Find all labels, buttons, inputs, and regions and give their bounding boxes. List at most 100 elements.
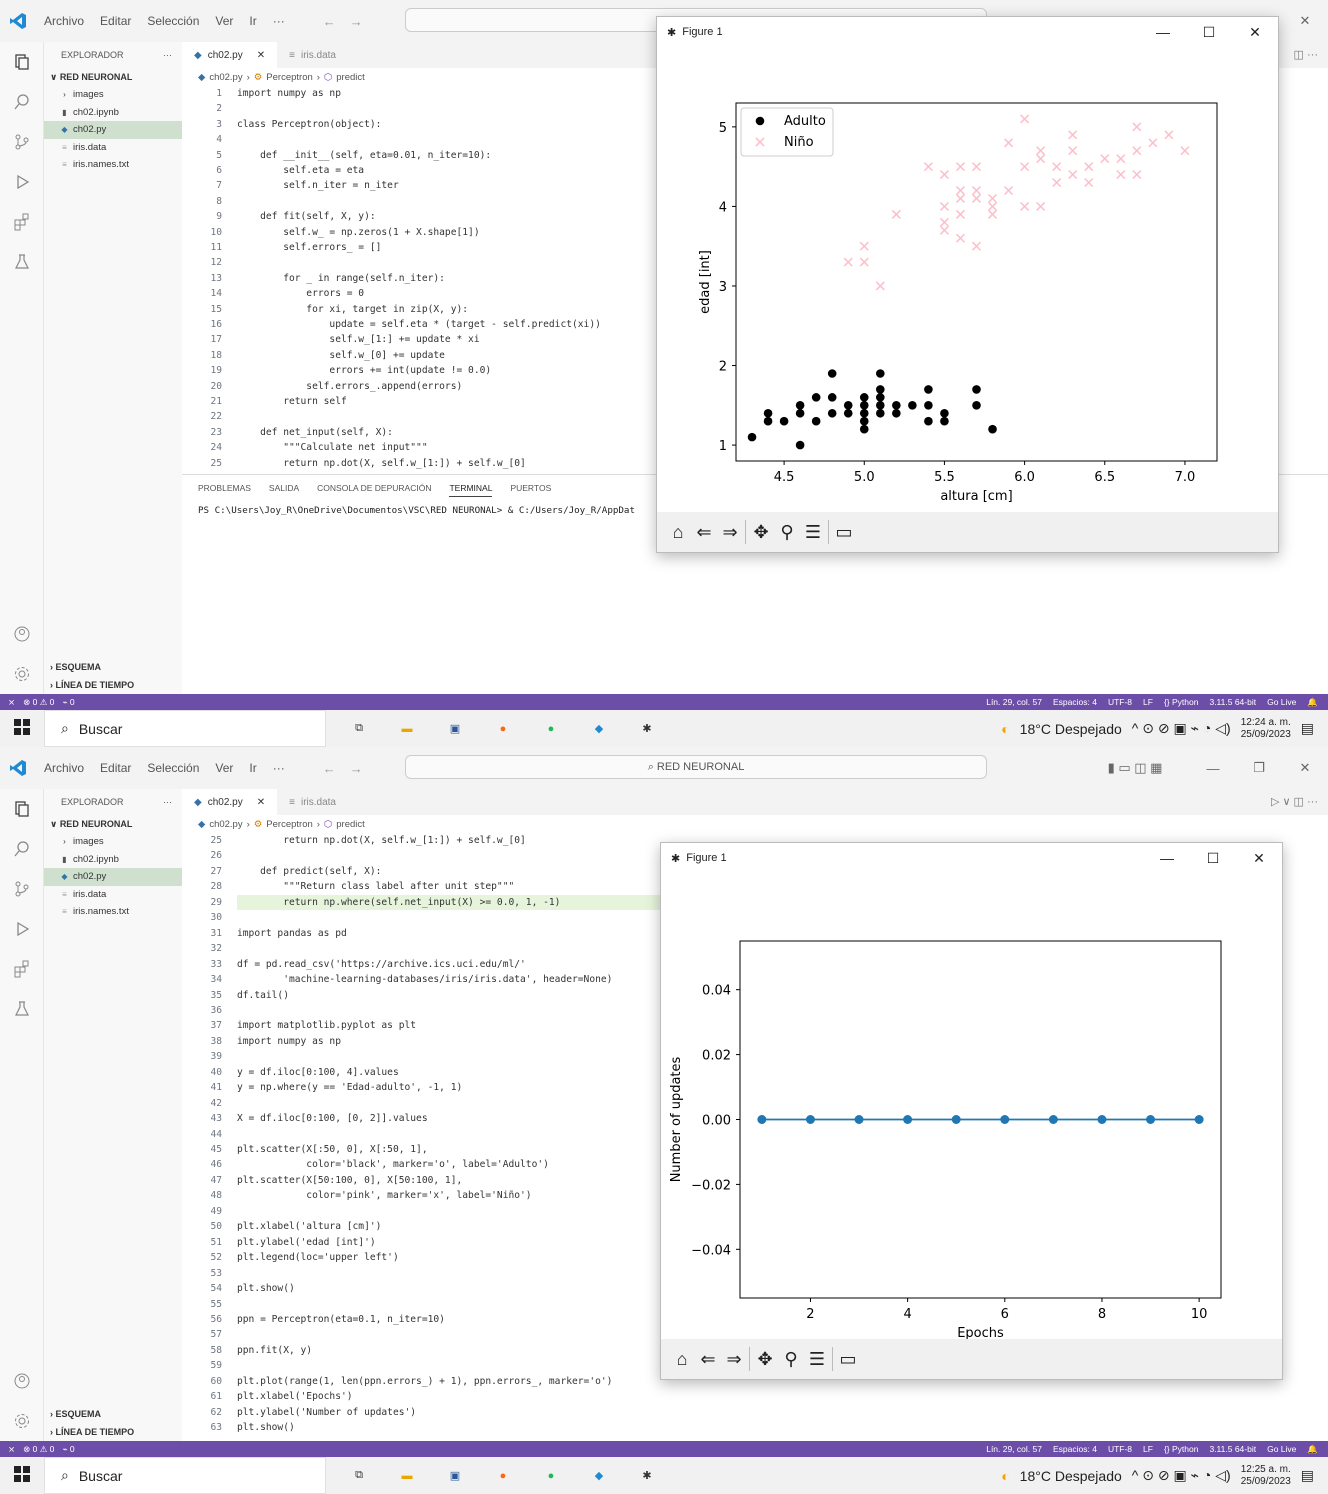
tab-ch02-py[interactable]: ◆ ch02.py ✕	[182, 789, 278, 815]
remote-icon[interactable]: ⨯	[8, 1444, 15, 1455]
file-explorer-icon[interactable]: ▬	[386, 1457, 428, 1494]
code-line[interactable]: plt.xlabel('Epochs')	[237, 1389, 353, 1404]
panel-tab-problems[interactable]: PROBLEMAS	[198, 483, 251, 497]
menu-more[interactable]: ···	[265, 747, 293, 789]
file-explorer-icon[interactable]: ▬	[386, 710, 428, 747]
forward-arrow-icon[interactable]: →	[350, 14, 363, 29]
code-line[interactable]: errors += int(update != 0.0)	[237, 363, 491, 378]
code-line[interactable]: def predict(self, X):	[237, 864, 381, 879]
menu-editar[interactable]: Editar	[92, 747, 139, 789]
code-line[interactable]: """Calculate net input"""	[237, 440, 427, 455]
breadcrumb-class[interactable]: Perceptron	[266, 72, 312, 83]
vscode-taskbar-icon[interactable]: ◆	[578, 710, 620, 747]
code-line[interactable]: return np.dot(X, self.w_[1:]) + self.w_[…	[237, 456, 526, 471]
extensions-icon[interactable]	[0, 202, 44, 242]
code-line[interactable]: return np.where(self.net_input(X) >= 0.0…	[237, 894, 707, 911]
close-tab-icon[interactable]: ✕	[257, 50, 265, 61]
layout-icons[interactable]: ▮ ▭ ◫ ▦	[1080, 760, 1190, 776]
status-go-live[interactable]: Go Live	[1267, 1444, 1296, 1455]
code-line[interactable]: self.w_ = np.zeros(1 + X.shape[1])	[237, 225, 479, 240]
spotify-icon[interactable]: ●	[530, 710, 572, 747]
menu-editar[interactable]: Editar	[92, 0, 139, 42]
tree-item-notebook[interactable]: ▮ ch02.ipynb	[44, 851, 182, 869]
tree-item-notebook[interactable]: ▮ ch02.ipynb	[44, 104, 182, 122]
close-tab-icon[interactable]: ✕	[257, 797, 265, 808]
status-encoding[interactable]: UTF-8	[1108, 1444, 1132, 1455]
code-line[interactable]: ppn = Perceptron(eta=0.1, n_iter=10)	[237, 1312, 445, 1327]
vscode-taskbar-icon[interactable]: ◆	[578, 1457, 620, 1494]
figure-window-epochs[interactable]: ✱ Figure 1 — ☐ ✕ 2 4 6 8 10 −0.04 −0.02 0.00 0.02 0.…	[660, 842, 1283, 1380]
problems-count[interactable]: ⊗ 0 ⚠ 0	[23, 697, 54, 708]
gear-icon[interactable]	[0, 654, 44, 694]
code-line[interactable]: def net_input(self, X):	[237, 425, 393, 440]
code-line[interactable]: X = df.iloc[0:100, [0, 2]].values	[237, 1111, 428, 1126]
code-line[interactable]: df = pd.read_csv('https://archive.ics.uc…	[237, 957, 526, 972]
back-icon[interactable]: ⇐	[697, 1349, 719, 1370]
code-line[interactable]: plt.scatter(X[50:100, 0], X[50:100, 1],	[237, 1173, 462, 1188]
pan-icon[interactable]: ✥	[754, 1349, 776, 1370]
word-icon[interactable]: ▣	[434, 1457, 476, 1494]
menu-more[interactable]: ···	[265, 0, 293, 42]
tree-item-iris-data[interactable]: ≡ iris.data	[44, 139, 182, 157]
menu-ir[interactable]: Ir	[241, 747, 264, 789]
zoom-icon[interactable]: ⚲	[776, 522, 798, 543]
panel-tab-debug-console[interactable]: CONSOLA DE DEPURACIÓN	[317, 483, 431, 497]
word-icon[interactable]: ▣	[434, 710, 476, 747]
panel-tab-terminal[interactable]: TERMINAL	[449, 483, 493, 497]
problems-count[interactable]: ⊗ 0 ⚠ 0	[23, 1444, 54, 1455]
tray-icons[interactable]: ^ ⊙ ⊘ ▣ ⌁ ◔ ◁)	[1132, 1467, 1231, 1484]
forward-icon[interactable]: ⇒	[719, 522, 741, 543]
tree-item-images[interactable]: › images	[44, 86, 182, 104]
firefox-icon[interactable]: ●	[482, 1457, 524, 1494]
code-line[interactable]: errors = 0	[237, 286, 364, 301]
minimize-icon[interactable]: —	[1144, 850, 1190, 866]
explorer-root[interactable]: ∨ RED NEURONAL	[44, 68, 182, 86]
windows-start-icon[interactable]	[0, 1466, 44, 1485]
extensions-icon[interactable]	[0, 949, 44, 989]
minimize-icon[interactable]: —	[1140, 24, 1186, 40]
pan-icon[interactable]: ✥	[750, 522, 772, 543]
run-debug-icon[interactable]	[0, 909, 44, 949]
code-line[interactable]: for _ in range(self.n_iter):	[237, 271, 445, 286]
home-icon[interactable]: ⌂	[671, 1349, 693, 1370]
status-interpreter[interactable]: 3.11.5 64-bit	[1209, 697, 1256, 708]
firefox-icon[interactable]: ●	[482, 710, 524, 747]
tree-item-iris-names[interactable]: ≡ iris.names.txt	[44, 156, 182, 174]
source-control-icon[interactable]	[0, 869, 44, 909]
status-eol[interactable]: LF	[1143, 697, 1153, 708]
task-view-icon[interactable]: ⧉	[338, 1457, 380, 1494]
task-view-icon[interactable]: ⧉	[338, 710, 380, 747]
code-line[interactable]: update = self.eta * (target - self.predi…	[237, 317, 600, 332]
search-icon[interactable]	[0, 829, 44, 869]
tree-item-python[interactable]: ◆ ch02.py	[44, 868, 182, 886]
ports-count[interactable]: ⌁ 0	[62, 1444, 74, 1455]
minimize-icon[interactable]: —	[1190, 761, 1236, 776]
back-icon[interactable]: ⇐	[693, 522, 715, 543]
breadcrumb-file[interactable]: ch02.py	[209, 819, 242, 830]
status-encoding[interactable]: UTF-8	[1108, 697, 1132, 708]
code-line[interactable]: import matplotlib.pyplot as plt	[237, 1018, 416, 1033]
tab-ch02-py[interactable]: ◆ ch02.py ✕	[182, 42, 278, 68]
code-line[interactable]: import pandas as pd	[237, 926, 347, 941]
code-line[interactable]: self.w_[0] += update	[237, 348, 445, 363]
code-line[interactable]: plt.show()	[237, 1281, 295, 1296]
restore-icon[interactable]: ❐	[1236, 760, 1282, 776]
code-line[interactable]: self.n_iter = n_iter	[237, 178, 399, 193]
close-icon[interactable]: ✕	[1282, 13, 1328, 29]
status-interpreter[interactable]: 3.11.5 64-bit	[1209, 1444, 1256, 1455]
ports-count[interactable]: ⌁ 0	[62, 697, 74, 708]
menu-seleccion[interactable]: Selección	[139, 747, 207, 789]
tray-icons[interactable]: ^ ⊙ ⊘ ▣ ⌁ ◔ ◁)	[1132, 720, 1231, 737]
spotify-icon[interactable]: ●	[530, 1457, 572, 1494]
code-line[interactable]: plt.ylabel('Number of updates')	[237, 1405, 416, 1420]
outline-section[interactable]: › ESQUEMA	[44, 658, 182, 676]
status-position[interactable]: Lín. 29, col. 57	[986, 1444, 1042, 1455]
status-indent[interactable]: Espacios: 4	[1053, 1444, 1097, 1455]
code-line[interactable]: self.w_[1:] += update * xi	[237, 332, 479, 347]
menu-seleccion[interactable]: Selección	[139, 0, 207, 42]
tab-iris-data[interactable]: ≡ iris.data	[277, 789, 348, 815]
status-indent[interactable]: Espacios: 4	[1053, 697, 1097, 708]
code-line[interactable]: return np.dot(X, self.w_[1:]) + self.w_[…	[237, 833, 526, 848]
code-line[interactable]: plt.scatter(X[:50, 0], X[:50, 1],	[237, 1142, 428, 1157]
accounts-icon[interactable]	[0, 1361, 44, 1401]
